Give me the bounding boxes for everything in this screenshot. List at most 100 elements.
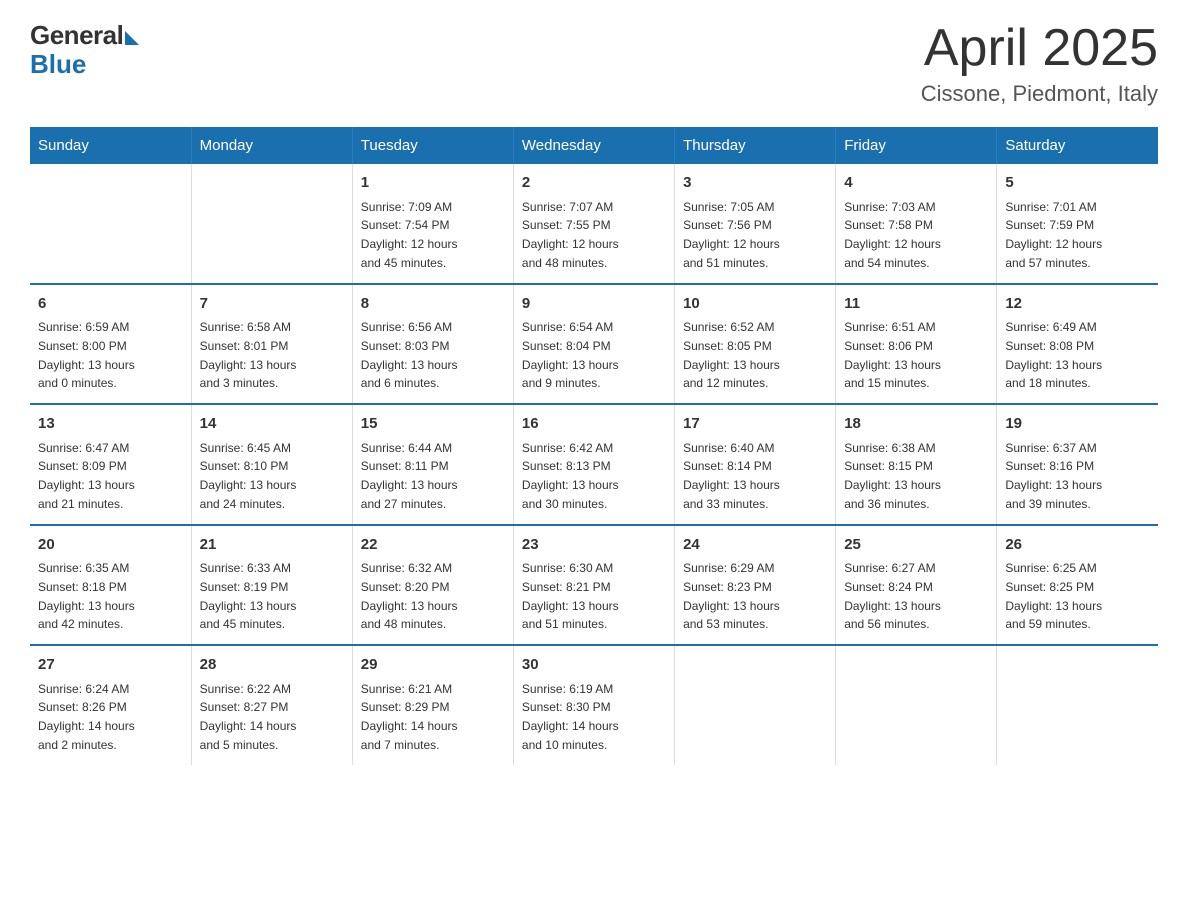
day-number: 19 [1005,413,1150,436]
calendar-cell [836,645,997,765]
location-title: Cissone, Piedmont, Italy [921,81,1158,107]
day-number: 2 [522,172,666,195]
calendar-week-row: 27 Sunrise: 6:24 AM Sunset: 8:26 PM Dayli… [30,645,1158,765]
day-number: 18 [844,413,988,436]
day-number: 24 [683,534,827,557]
day-number: 9 [522,293,666,316]
calendar-cell [30,164,191,284]
weekday-header-saturday: Saturday [997,127,1158,164]
day-info: Sunrise: 6:38 AM Sunset: 8:15 PM Dayligh… [844,441,941,511]
day-info: Sunrise: 6:22 AM Sunset: 8:27 PM Dayligh… [200,682,297,752]
calendar-cell: 5 Sunrise: 7:01 AM Sunset: 7:59 PM Daylig… [997,164,1158,284]
day-info: Sunrise: 6:33 AM Sunset: 8:19 PM Dayligh… [200,561,297,631]
day-info: Sunrise: 7:07 AM Sunset: 7:55 PM Dayligh… [522,200,619,270]
day-info: Sunrise: 6:52 AM Sunset: 8:05 PM Dayligh… [683,320,780,390]
day-info: Sunrise: 6:42 AM Sunset: 8:13 PM Dayligh… [522,441,619,511]
day-info: Sunrise: 6:51 AM Sunset: 8:06 PM Dayligh… [844,320,941,390]
calendar-cell: 7Sunrise: 6:58 AM Sunset: 8:01 PM Daylig… [191,284,352,405]
calendar-cell: 23Sunrise: 6:30 AM Sunset: 8:21 PM Dayli… [513,525,674,646]
day-number: 27 [38,654,183,677]
logo-triangle-icon [125,31,139,45]
day-info: Sunrise: 6:37 AM Sunset: 8:16 PM Dayligh… [1005,441,1102,511]
day-number: 10 [683,293,827,316]
calendar-week-row: 1 Sunrise: 7:09 AM Sunset: 7:54 PM Daylig… [30,164,1158,284]
day-number: 22 [361,534,505,557]
day-number: 16 [522,413,666,436]
calendar-table: SundayMondayTuesdayWednesdayThursdayFrid… [30,127,1158,765]
day-number: 4 [844,172,988,195]
day-number: 29 [361,654,505,677]
weekday-header-tuesday: Tuesday [352,127,513,164]
calendar-cell: 2 Sunrise: 7:07 AM Sunset: 7:55 PM Daylig… [513,164,674,284]
day-info: Sunrise: 6:21 AM Sunset: 8:29 PM Dayligh… [361,682,458,752]
day-info: Sunrise: 7:05 AM Sunset: 7:56 PM Dayligh… [683,200,780,270]
day-number: 26 [1005,534,1150,557]
day-number: 25 [844,534,988,557]
calendar-cell: 29 Sunrise: 6:21 AM Sunset: 8:29 PM Dayli… [352,645,513,765]
day-number: 8 [361,293,505,316]
calendar-cell: 9 Sunrise: 6:54 AM Sunset: 8:04 PM Daylig… [513,284,674,405]
day-number: 21 [200,534,344,557]
calendar-cell: 20 Sunrise: 6:35 AM Sunset: 8:18 PM Dayli… [30,525,191,646]
calendar-cell: 27 Sunrise: 6:24 AM Sunset: 8:26 PM Dayli… [30,645,191,765]
day-info: Sunrise: 6:27 AM Sunset: 8:24 PM Dayligh… [844,561,941,631]
day-number: 6 [38,293,183,316]
day-info: Sunrise: 6:44 AM Sunset: 8:11 PM Dayligh… [361,441,458,511]
calendar-week-row: 20 Sunrise: 6:35 AM Sunset: 8:18 PM Dayli… [30,525,1158,646]
calendar-cell: 21 Sunrise: 6:33 AM Sunset: 8:19 PM Dayli… [191,525,352,646]
weekday-header-friday: Friday [836,127,997,164]
day-number: 1 [361,172,505,195]
calendar-cell: 8 Sunrise: 6:56 AM Sunset: 8:03 PM Daylig… [352,284,513,405]
logo: General Blue [30,20,139,77]
day-info: Sunrise: 6:47 AM Sunset: 8:09 PM Dayligh… [38,441,135,511]
calendar-cell: 16 Sunrise: 6:42 AM Sunset: 8:13 PM Dayli… [513,404,674,525]
day-info: Sunrise: 7:01 AM Sunset: 7:59 PM Dayligh… [1005,200,1102,270]
day-info: Sunrise: 6:35 AM Sunset: 8:18 PM Dayligh… [38,561,135,631]
day-info: Sunrise: 6:30 AM Sunset: 8:21 PM Dayligh… [522,561,619,631]
calendar-cell: 6 Sunrise: 6:59 AM Sunset: 8:00 PM Daylig… [30,284,191,405]
logo-blue-text: Blue [30,51,86,77]
day-info: Sunrise: 6:40 AM Sunset: 8:14 PM Dayligh… [683,441,780,511]
day-info: Sunrise: 6:56 AM Sunset: 8:03 PM Dayligh… [361,320,458,390]
calendar-cell: 26 Sunrise: 6:25 AM Sunset: 8:25 PM Dayli… [997,525,1158,646]
day-number: 3 [683,172,827,195]
weekday-header-row: SundayMondayTuesdayWednesdayThursdayFrid… [30,127,1158,164]
calendar-cell: 13Sunrise: 6:47 AM Sunset: 8:09 PM Dayli… [30,404,191,525]
day-number: 20 [38,534,183,557]
day-info: Sunrise: 6:58 AM Sunset: 8:01 PM Dayligh… [200,320,297,390]
day-number: 11 [844,293,988,316]
day-number: 17 [683,413,827,436]
calendar-cell: 12Sunrise: 6:49 AM Sunset: 8:08 PM Dayli… [997,284,1158,405]
logo-general-text: General [30,20,123,51]
day-number: 12 [1005,293,1150,316]
day-info: Sunrise: 6:24 AM Sunset: 8:26 PM Dayligh… [38,682,135,752]
day-info: Sunrise: 6:54 AM Sunset: 8:04 PM Dayligh… [522,320,619,390]
day-number: 15 [361,413,505,436]
calendar-cell: 19 Sunrise: 6:37 AM Sunset: 8:16 PM Dayli… [997,404,1158,525]
day-info: Sunrise: 6:29 AM Sunset: 8:23 PM Dayligh… [683,561,780,631]
calendar-cell [191,164,352,284]
calendar-cell [675,645,836,765]
calendar-cell: 3 Sunrise: 7:05 AM Sunset: 7:56 PM Daylig… [675,164,836,284]
calendar-cell: 1 Sunrise: 7:09 AM Sunset: 7:54 PM Daylig… [352,164,513,284]
calendar-cell [997,645,1158,765]
day-info: Sunrise: 6:45 AM Sunset: 8:10 PM Dayligh… [200,441,297,511]
weekday-header-monday: Monday [191,127,352,164]
calendar-cell: 4Sunrise: 7:03 AM Sunset: 7:58 PM Daylig… [836,164,997,284]
title-section: April 2025 Cissone, Piedmont, Italy [921,20,1158,107]
calendar-cell: 25 Sunrise: 6:27 AM Sunset: 8:24 PM Dayli… [836,525,997,646]
day-number: 28 [200,654,344,677]
calendar-cell: 15 Sunrise: 6:44 AM Sunset: 8:11 PM Dayli… [352,404,513,525]
weekday-header-thursday: Thursday [675,127,836,164]
day-info: Sunrise: 6:59 AM Sunset: 8:00 PM Dayligh… [38,320,135,390]
day-info: Sunrise: 7:09 AM Sunset: 7:54 PM Dayligh… [361,200,458,270]
weekday-header-wednesday: Wednesday [513,127,674,164]
page-header: General Blue April 2025 Cissone, Piedmon… [30,20,1158,107]
day-number: 5 [1005,172,1150,195]
calendar-week-row: 13Sunrise: 6:47 AM Sunset: 8:09 PM Dayli… [30,404,1158,525]
day-info: Sunrise: 6:25 AM Sunset: 8:25 PM Dayligh… [1005,561,1102,631]
calendar-cell: 18 Sunrise: 6:38 AM Sunset: 8:15 PM Dayli… [836,404,997,525]
calendar-cell: 11 Sunrise: 6:51 AM Sunset: 8:06 PM Dayli… [836,284,997,405]
day-number: 14 [200,413,344,436]
month-title: April 2025 [921,20,1158,77]
